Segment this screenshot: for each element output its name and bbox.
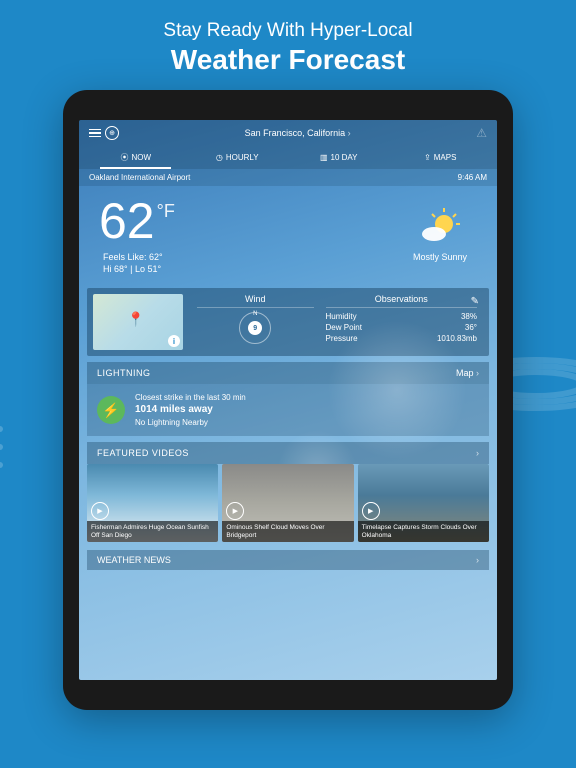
obs-row: Humidity38% xyxy=(326,312,477,321)
promo-subtitle: Stay Ready With Hyper-Local xyxy=(0,20,576,42)
wind-column: Wind N 9 xyxy=(191,294,320,350)
sun-icon xyxy=(418,204,462,248)
map-icon: ⇪ xyxy=(424,153,431,162)
tablet-frame: ⊕ San Francisco, California › ⚠ ⦿NOW ◷HO… xyxy=(63,90,513,710)
video-caption: Timelapse Captures Storm Clouds Over Okl… xyxy=(358,521,489,543)
calendar-icon: ▥ xyxy=(320,153,328,162)
status-bar: Oakland International Airport 9:46 AM xyxy=(79,169,497,186)
hamburger-icon xyxy=(89,127,101,140)
chevron-right-icon: › xyxy=(476,368,479,378)
chevron-right-icon: › xyxy=(348,128,351,138)
video-card[interactable]: ▶ Timelapse Captures Storm Clouds Over O… xyxy=(358,464,489,542)
observations-header: Observations xyxy=(326,294,477,308)
alert-icon[interactable]: ⚠ xyxy=(476,126,487,140)
feels-like: Feels Like: 62° xyxy=(103,252,413,262)
chevron-right-icon: › xyxy=(476,555,479,565)
edit-icon[interactable]: ✎ xyxy=(471,296,479,307)
featured-header: FEATURED VIDEOS › xyxy=(87,442,489,464)
tab-now[interactable]: ⦿NOW xyxy=(85,146,187,169)
news-header[interactable]: WEATHER NEWS › xyxy=(87,550,489,570)
location-label: San Francisco, California xyxy=(245,128,346,138)
hi-lo: Hi 68° | Lo 51° xyxy=(103,264,413,274)
info-icon[interactable]: i xyxy=(168,335,180,347)
now-icon: ⦿ xyxy=(120,152,128,163)
chevron-right-icon[interactable]: › xyxy=(476,448,479,458)
app-header: ⊕ San Francisco, California › ⚠ xyxy=(79,120,497,146)
temperature: 62 °F xyxy=(99,196,413,246)
location-selector[interactable]: San Francisco, California › xyxy=(245,128,351,138)
tab-maps[interactable]: ⇪MAPS xyxy=(390,146,492,169)
wind-compass: N 9 xyxy=(239,312,271,344)
menu-button[interactable]: ⊕ xyxy=(89,126,119,140)
video-card[interactable]: ▶ Ominous Shelf Cloud Moves Over Bridgep… xyxy=(222,464,353,542)
video-card[interactable]: ▶ Fisherman Admires Huge Ocean Sunfish O… xyxy=(87,464,218,542)
current-time: 9:46 AM xyxy=(458,173,487,182)
videos-row: ▶ Fisherman Admires Huge Ocean Sunfish O… xyxy=(87,464,489,546)
play-icon: ▶ xyxy=(362,502,380,520)
details-panel: 📍 i Wind N 9 ✎ Observations Humidity38% … xyxy=(87,288,489,356)
tab-10day[interactable]: ▥10 DAY xyxy=(288,146,390,169)
section-label: LIGHTNING xyxy=(97,368,151,378)
map-thumbnail[interactable]: 📍 i xyxy=(93,294,183,350)
current-conditions: 62 °F Feels Like: 62° Hi 68° | Lo 51° xyxy=(79,186,497,288)
temp-unit: °F xyxy=(157,202,175,220)
tab-label: HOURLY xyxy=(226,153,259,162)
section-label: FEATURED VIDEOS xyxy=(97,448,189,458)
map-link[interactable]: Map › xyxy=(456,368,479,378)
decorative-dots xyxy=(0,422,6,476)
tab-label: 10 DAY xyxy=(331,153,358,162)
app-screen: ⊕ San Francisco, California › ⚠ ⦿NOW ◷HO… xyxy=(79,120,497,680)
temp-value: 62 xyxy=(99,196,155,246)
condition-text: Mostly Sunny xyxy=(413,252,467,262)
bolt-icon: ⚡ xyxy=(97,396,125,424)
promo-title: Weather Forecast xyxy=(0,44,576,76)
nav-tabs: ⦿NOW ◷HOURLY ▥10 DAY ⇪MAPS xyxy=(79,146,497,169)
compass-north: N xyxy=(253,311,257,317)
section-label: WEATHER NEWS xyxy=(97,555,171,565)
logo-icon: ⊕ xyxy=(105,126,119,140)
obs-row: Pressure1010.83mb xyxy=(326,334,477,343)
wind-speed: 9 xyxy=(248,321,262,335)
observations-column: ✎ Observations Humidity38% Dew Point36° … xyxy=(320,294,483,350)
tab-label: NOW xyxy=(131,153,151,162)
promo-banner: Stay Ready With Hyper-Local Weather Fore… xyxy=(0,0,576,90)
video-caption: Ominous Shelf Cloud Moves Over Bridgepor… xyxy=(222,521,353,543)
obs-row: Dew Point36° xyxy=(326,323,477,332)
wind-header: Wind xyxy=(197,294,314,308)
video-caption: Fisherman Admires Huge Ocean Sunfish Off… xyxy=(87,521,218,543)
station-name: Oakland International Airport xyxy=(89,173,190,182)
clock-icon: ◷ xyxy=(216,153,223,162)
map-pin-icon: 📍 xyxy=(127,311,144,328)
lightning-panel[interactable]: ⚡ Closest strike in the last 30 min 1014… xyxy=(87,384,489,436)
lightning-text: Closest strike in the last 30 min 1014 m… xyxy=(135,392,246,428)
condition-block: Mostly Sunny xyxy=(413,196,477,262)
lightning-distance: 1014 miles away xyxy=(135,403,246,417)
lightning-header: LIGHTNING Map › xyxy=(87,362,489,384)
temperature-block: 62 °F Feels Like: 62° Hi 68° | Lo 51° xyxy=(99,196,413,274)
tab-hourly[interactable]: ◷HOURLY xyxy=(187,146,289,169)
tab-label: MAPS xyxy=(434,153,457,162)
